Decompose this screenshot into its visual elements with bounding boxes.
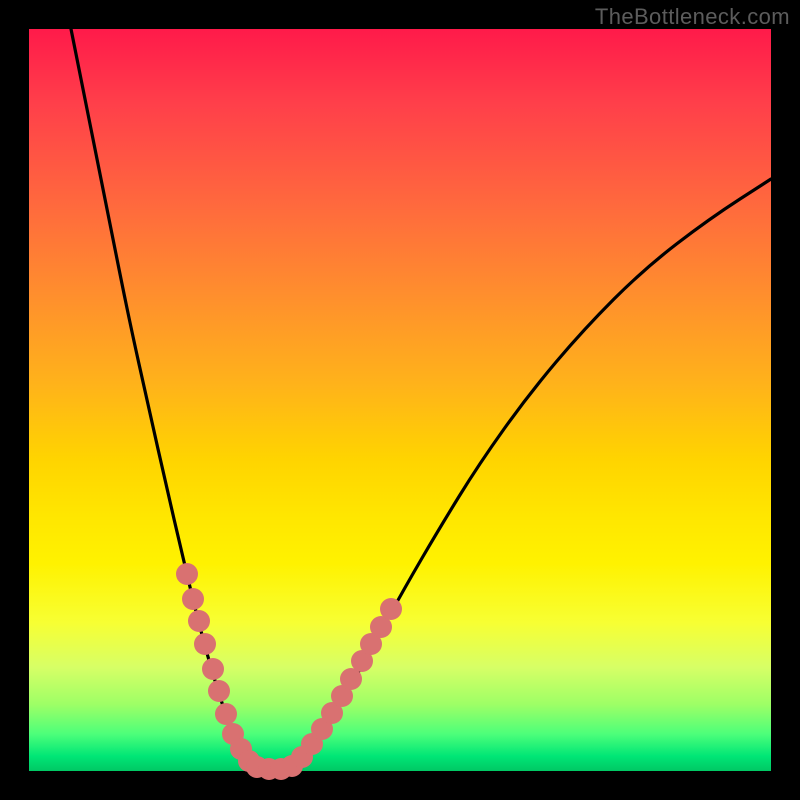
data-marker <box>202 658 224 680</box>
watermark-text: TheBottleneck.com <box>595 4 790 30</box>
bottleneck-curve <box>71 29 771 770</box>
chart-svg <box>29 29 771 771</box>
data-marker <box>188 610 210 632</box>
data-marker <box>176 563 198 585</box>
chart-frame: TheBottleneck.com <box>0 0 800 800</box>
plot-area <box>29 29 771 771</box>
data-marker <box>380 598 402 620</box>
data-marker <box>208 680 230 702</box>
data-marker <box>215 703 237 725</box>
marker-group <box>176 563 402 780</box>
data-marker <box>182 588 204 610</box>
data-marker <box>194 633 216 655</box>
